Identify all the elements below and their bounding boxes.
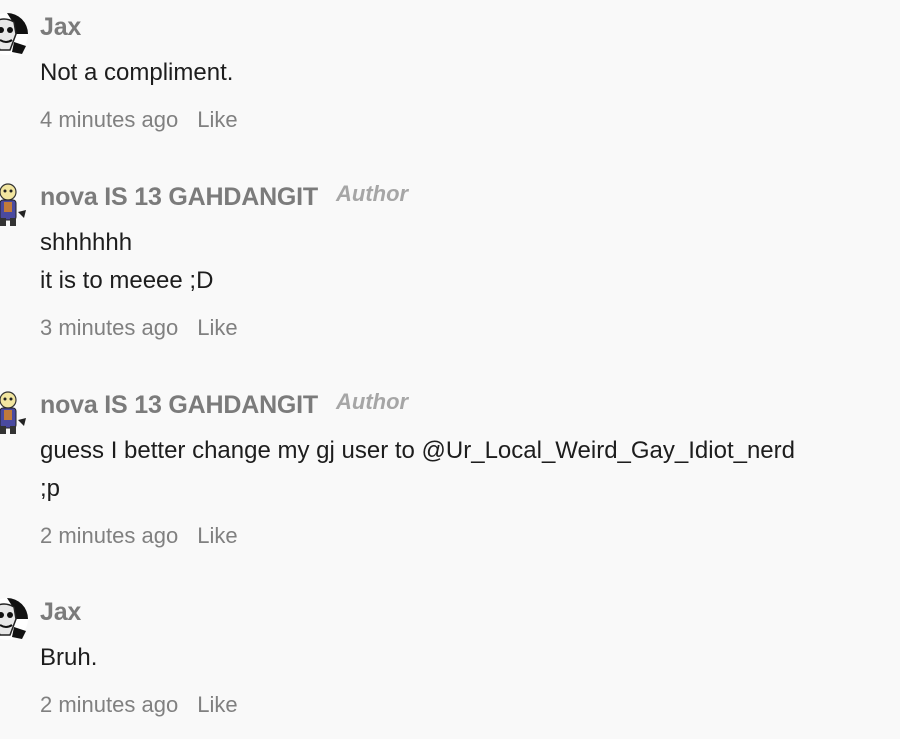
comment-meta: 2 minutes ago Like: [40, 692, 238, 718]
avatar[interactable]: [0, 390, 28, 434]
nova-avatar-icon: [0, 182, 28, 226]
comment-header: Jax: [40, 597, 81, 627]
avatar[interactable]: [0, 182, 28, 226]
comment-header: nova IS 13 GAHDANGIT Author: [40, 181, 409, 212]
comment-text-line: Bruh.: [40, 644, 98, 671]
avatar[interactable]: [0, 597, 28, 641]
comment-meta: 3 minutes ago Like: [40, 315, 238, 341]
like-button[interactable]: Like: [197, 692, 237, 717]
avatar[interactable]: [0, 12, 28, 56]
like-button[interactable]: Like: [197, 315, 237, 340]
like-button[interactable]: Like: [197, 107, 237, 132]
timestamp: 4 minutes ago: [40, 107, 179, 132]
username[interactable]: Jax: [40, 13, 81, 42]
comment-body: Bruh.: [40, 639, 97, 677]
comment-text-line: ;p: [40, 475, 61, 502]
jax-avatar-icon: [0, 598, 28, 640]
comment-meta: 2 minutes ago Like: [40, 523, 238, 549]
comment-body: Not a compliment.: [40, 54, 233, 92]
author-badge: Author: [336, 389, 409, 414]
comment-meta: 4 minutes ago Like: [40, 107, 238, 133]
timestamp: 2 minutes ago: [40, 692, 179, 717]
comment-header: Jax: [40, 12, 81, 42]
comment-body: shhhhhh it is to meeee ;D: [40, 224, 213, 300]
comment-body: guess I better change my gj user to @Ur_…: [40, 432, 795, 508]
timestamp: 3 minutes ago: [40, 315, 179, 340]
author-badge: Author: [336, 181, 409, 206]
comment-text-line: Not a compliment.: [40, 59, 234, 86]
jax-avatar-icon: [0, 13, 28, 55]
nova-avatar-icon: [0, 390, 28, 434]
comment-text-line: it is to meeee ;D: [40, 267, 214, 294]
comment-list: Jax Not a compliment. 4 minutes ago Like: [0, 0, 900, 739]
comment-text-line: guess I better change my gj user to @Ur_…: [40, 437, 795, 464]
like-button[interactable]: Like: [197, 523, 237, 548]
comment-text-line: shhhhhh: [40, 229, 133, 256]
timestamp: 2 minutes ago: [40, 523, 179, 548]
username[interactable]: nova IS 13 GAHDANGIT: [40, 391, 318, 420]
comment-header: nova IS 13 GAHDANGIT Author: [40, 389, 409, 420]
username[interactable]: Jax: [40, 598, 81, 627]
username[interactable]: nova IS 13 GAHDANGIT: [40, 183, 318, 212]
